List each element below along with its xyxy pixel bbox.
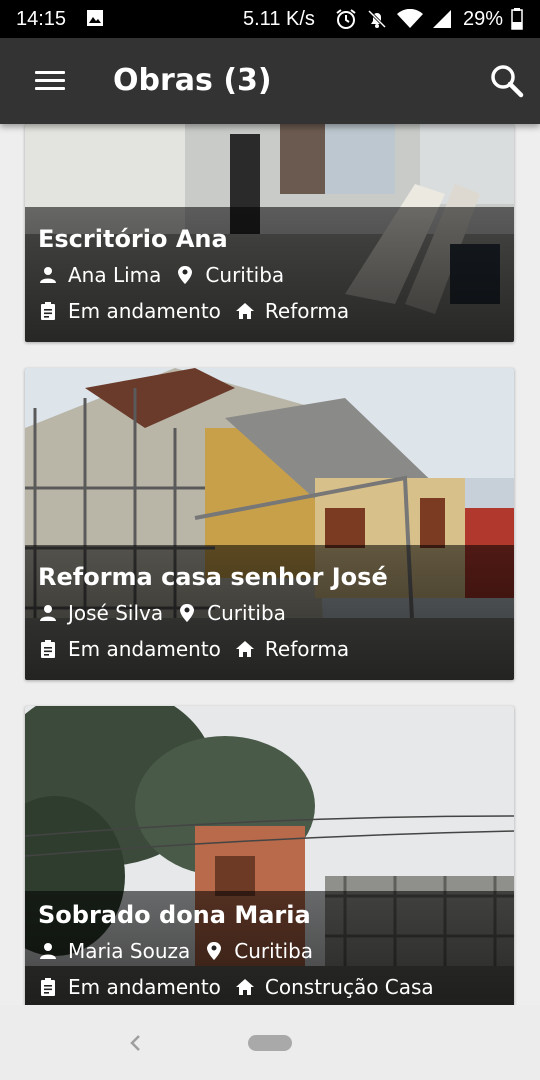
home-icon [235, 641, 254, 657]
obra-meta-row: Ana Lima Curitiba [38, 263, 284, 287]
alarm-icon [336, 9, 356, 29]
obra-city: Curitiba [205, 263, 285, 287]
obra-status: Em andamento [68, 637, 221, 661]
menu-icon [35, 71, 65, 74]
obra-card[interactable]: Reforma casa senhor José José Silva Curi… [25, 368, 514, 680]
person-icon [40, 943, 56, 959]
back-icon[interactable] [126, 1033, 146, 1053]
clipboard-icon [41, 302, 55, 320]
search-button[interactable] [484, 58, 530, 104]
page-title: Obras (3) [113, 63, 272, 98]
obra-city: Curitiba [207, 601, 286, 625]
obra-meta-row: Maria Souza Curitiba [38, 939, 313, 963]
obra-card[interactable]: Sobrado dona Maria Maria Souza Curitiba … [25, 706, 514, 1005]
system-nav-bar [0, 1005, 540, 1080]
search-icon [491, 65, 524, 98]
battery-icon [511, 8, 523, 30]
obra-type: Reforma [264, 637, 350, 661]
obra-meta-row: Em andamento Reforma [38, 637, 349, 661]
location-pin-icon [207, 942, 222, 960]
obra-owner: Ana Lima [68, 263, 162, 287]
obra-title: Reforma casa senhor José [38, 563, 388, 591]
obra-status: Em andamento [68, 299, 221, 323]
obra-title: Sobrado dona Maria [38, 901, 311, 929]
obra-status: Em andamento [68, 975, 221, 999]
obra-owner: Maria Souza [68, 939, 191, 963]
home-icon [235, 303, 254, 319]
obra-owner: José Silva [68, 601, 164, 625]
location-pin-icon [180, 604, 195, 622]
clipboard-icon [41, 978, 55, 996]
menu-button[interactable] [26, 60, 74, 102]
obra-meta-row: Em andamento Construção Casa [38, 975, 434, 999]
battery-percent: 29% [463, 8, 504, 30]
person-icon [40, 605, 56, 621]
clipboard-icon [41, 640, 55, 658]
home-icon [235, 979, 254, 995]
status-bar: 14:15 5.11 K/s 29% [0, 0, 540, 38]
status-time: 14:15 [16, 8, 67, 30]
app-bar: Obras (3) [0, 38, 540, 124]
obra-card[interactable]: Escritório Ana Ana Lima Curitiba Em anda… [25, 124, 514, 342]
obra-title: Escritório Ana [38, 225, 228, 253]
menu-icon-line [35, 87, 65, 90]
obra-city: Curitiba [234, 939, 314, 963]
menu-icon-line [35, 79, 65, 82]
wifi-icon [397, 9, 423, 28]
obra-meta-row: Em andamento Reforma [38, 299, 349, 323]
obra-type: Construção Casa [264, 975, 434, 999]
person-icon [40, 267, 56, 283]
obra-type: Reforma [264, 299, 350, 323]
image-notification-icon [87, 10, 103, 26]
obras-list[interactable]: Escritório Ana Ana Lima Curitiba Em anda… [0, 124, 540, 1005]
home-pill[interactable] [248, 1035, 292, 1051]
location-pin-icon [178, 266, 193, 284]
notifications-off-icon [367, 9, 387, 29]
cellular-signal-icon [433, 10, 451, 28]
network-speed: 5.11 K/s [243, 8, 315, 30]
obra-meta-row: José Silva Curitiba [38, 601, 286, 625]
